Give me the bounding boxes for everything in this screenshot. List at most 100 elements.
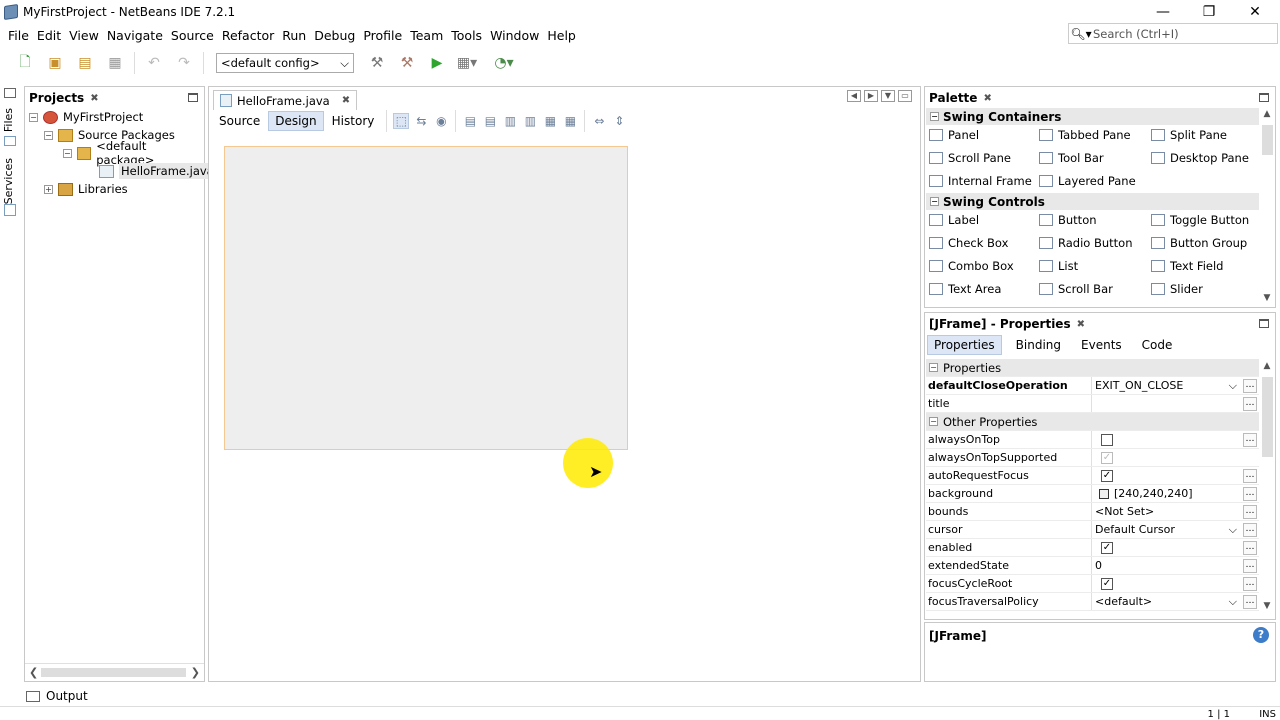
- vertical-scroll-thumb[interactable]: [1262, 125, 1273, 155]
- palette-item-split-pane[interactable]: Split Pane: [1151, 128, 1227, 142]
- palette-item-text-field[interactable]: Text Field: [1151, 259, 1223, 273]
- editor-tab-helloframe[interactable]: HelloFrame.java ✖: [213, 90, 358, 110]
- scroll-down-icon[interactable]: ▼: [1260, 601, 1274, 611]
- maximize-editor-icon[interactable]: ▭: [898, 90, 912, 102]
- center-horizontally-icon[interactable]: ▥: [502, 113, 518, 129]
- menu-tools[interactable]: Tools: [447, 28, 486, 43]
- preview-design-icon[interactable]: ◉: [433, 113, 449, 129]
- resize-horizontal-icon[interactable]: ⇔: [591, 113, 607, 129]
- close-button[interactable]: ✕: [1232, 0, 1278, 24]
- ellipsis-button[interactable]: …: [1243, 522, 1257, 537]
- close-icon[interactable]: ✖: [90, 93, 98, 104]
- ellipsis-button[interactable]: …: [1243, 540, 1257, 555]
- tree-item-libraries[interactable]: + Libraries: [44, 180, 128, 198]
- tree-item-project[interactable]: − MyFirstProject: [29, 108, 143, 126]
- always-on-top-checkbox[interactable]: [1101, 433, 1113, 446]
- align-left-icon[interactable]: ▤: [462, 113, 478, 129]
- scroll-tabs-right-icon[interactable]: ▶: [864, 90, 878, 102]
- output-tab[interactable]: Output: [46, 689, 88, 703]
- palette-item-internal-frame[interactable]: Internal Frame: [929, 174, 1032, 188]
- menu-refactor[interactable]: Refactor: [218, 28, 278, 43]
- minimize-panel-icon[interactable]: [188, 93, 198, 102]
- scroll-tabs-left-icon[interactable]: ◀: [847, 90, 861, 102]
- palette-item-desktop-pane[interactable]: Desktop Pane: [1151, 151, 1249, 165]
- auto-request-focus-checkbox[interactable]: ✓: [1101, 469, 1113, 482]
- restore-window-icon[interactable]: [4, 88, 16, 98]
- palette-item-tabbed-pane[interactable]: Tabbed Pane: [1039, 128, 1131, 142]
- palette-item-combo-box[interactable]: Combo Box: [929, 259, 1014, 273]
- close-tab-icon[interactable]: ✖: [342, 95, 350, 106]
- ellipsis-button[interactable]: …: [1243, 486, 1257, 501]
- palette-item-check-box[interactable]: Check Box: [929, 236, 1008, 250]
- palette-item-tool-bar[interactable]: Tool Bar: [1039, 151, 1104, 165]
- property-row[interactable]: focusTraversalPolicy <default> ⌵…: [926, 593, 1259, 611]
- property-row[interactable]: background [240,240,240]…: [926, 485, 1259, 503]
- menu-view[interactable]: View: [65, 28, 103, 43]
- palette-item-panel[interactable]: Panel: [929, 128, 979, 142]
- save-all-icon[interactable]: ▦: [105, 53, 125, 73]
- palette-category-swing-controls[interactable]: − Swing Controls: [926, 193, 1259, 210]
- palette-item-scroll-pane[interactable]: Scroll Pane: [929, 151, 1011, 165]
- ellipsis-button[interactable]: …: [1243, 576, 1257, 591]
- property-row[interactable]: autoRequestFocus ✓…: [926, 467, 1259, 485]
- palette-item-text-area[interactable]: Text Area: [929, 282, 1001, 296]
- minimize-panel-icon[interactable]: [1259, 319, 1269, 328]
- open-project-icon[interactable]: ▤: [75, 53, 95, 73]
- new-project-icon[interactable]: ▣: [45, 53, 65, 73]
- collapse-toggle[interactable]: −: [29, 112, 38, 122]
- palette-item-scroll-bar[interactable]: Scroll Bar: [1039, 282, 1113, 296]
- view-tab-design[interactable]: Design: [268, 111, 324, 131]
- scroll-left-icon[interactable]: ❮: [29, 666, 38, 679]
- menu-edit[interactable]: Edit: [33, 28, 65, 43]
- align-top-icon[interactable]: ▥: [522, 113, 538, 129]
- menu-window[interactable]: Window: [486, 28, 543, 43]
- collapse-toggle[interactable]: −: [63, 148, 72, 158]
- palette-item-button-group[interactable]: Button Group: [1151, 236, 1247, 250]
- scroll-up-icon[interactable]: ▲: [1260, 109, 1274, 119]
- tab-properties[interactable]: Properties: [927, 335, 1002, 355]
- tab-binding[interactable]: Binding: [1010, 336, 1067, 354]
- close-icon[interactable]: ✖: [983, 93, 991, 104]
- menu-team[interactable]: Team: [406, 28, 447, 43]
- profile-icon[interactable]: ◔▾: [494, 53, 514, 73]
- property-row[interactable]: title …: [926, 395, 1259, 413]
- palette-item-radio-button[interactable]: Radio Button: [1039, 236, 1133, 250]
- debug-icon[interactable]: ▦▾: [457, 53, 477, 73]
- palette-item-toggle-button[interactable]: Toggle Button: [1151, 213, 1249, 227]
- ellipsis-button[interactable]: …: [1243, 594, 1257, 609]
- ellipsis-button[interactable]: …: [1243, 468, 1257, 483]
- vertical-scroll-thumb[interactable]: [1262, 377, 1273, 457]
- property-value[interactable]: 0: [1095, 559, 1243, 572]
- maximize-button[interactable]: ❐: [1186, 0, 1232, 24]
- horizontal-scrollbar[interactable]: ❮ ❯: [25, 663, 204, 681]
- jframe-design-canvas[interactable]: [224, 146, 628, 450]
- palette-item-list[interactable]: List: [1039, 259, 1078, 273]
- scroll-right-icon[interactable]: ❯: [191, 666, 200, 679]
- show-opened-documents-icon[interactable]: ▼: [881, 90, 895, 102]
- ellipsis-button[interactable]: …: [1243, 378, 1257, 393]
- menu-debug[interactable]: Debug: [310, 28, 359, 43]
- scroll-up-icon[interactable]: ▲: [1260, 361, 1274, 371]
- build-hammer-icon[interactable]: ⚒: [367, 53, 387, 73]
- ellipsis-button[interactable]: …: [1243, 504, 1257, 519]
- focus-traversal-policy-combo[interactable]: <default> ⌵: [1095, 595, 1243, 609]
- property-row[interactable]: alwaysOnTop …: [926, 431, 1259, 449]
- property-row[interactable]: extendedState 0…: [926, 557, 1259, 575]
- config-combo[interactable]: <default config> ⌵: [216, 53, 354, 73]
- menu-profile[interactable]: Profile: [359, 28, 406, 43]
- menu-source[interactable]: Source: [167, 28, 218, 43]
- palette-category-swing-containers[interactable]: − Swing Containers: [926, 108, 1259, 125]
- property-row[interactable]: focusCycleRoot ✓…: [926, 575, 1259, 593]
- scroll-down-icon[interactable]: ▼: [1260, 293, 1274, 303]
- view-tab-source[interactable]: Source: [213, 112, 266, 130]
- tree-item-default-package[interactable]: − <default package>: [63, 139, 204, 167]
- connection-mode-icon[interactable]: ⇆: [413, 113, 429, 129]
- collapse-toggle[interactable]: −: [930, 112, 939, 121]
- palette-item-slider[interactable]: Slider: [1151, 282, 1203, 296]
- palette-item-layered-pane[interactable]: Layered Pane: [1039, 174, 1136, 188]
- view-tab-history[interactable]: History: [326, 112, 381, 130]
- collapse-toggle[interactable]: −: [44, 130, 53, 140]
- cursor-combo[interactable]: Default Cursor ⌵: [1095, 523, 1243, 537]
- collapse-toggle[interactable]: −: [930, 197, 939, 206]
- files-tab[interactable]: Files: [2, 108, 20, 132]
